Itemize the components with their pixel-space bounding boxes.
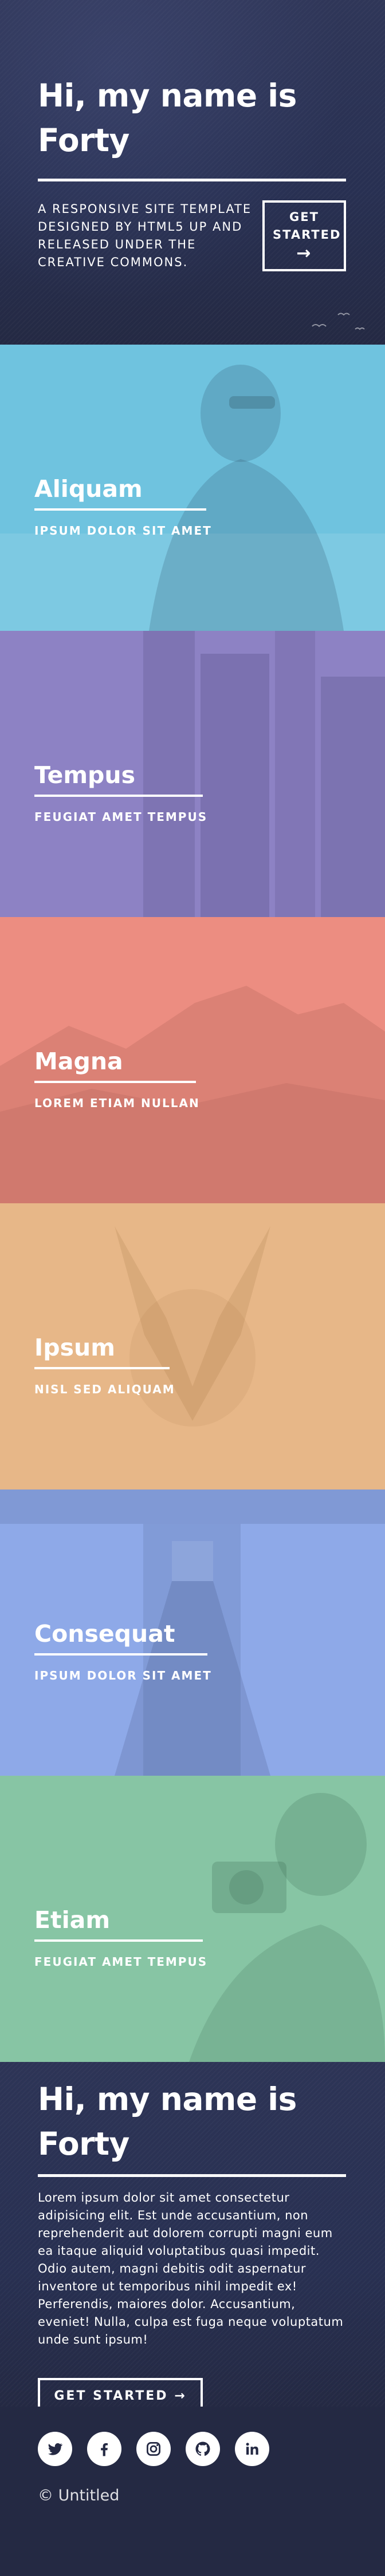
tile-consequat[interactable]: Consequat IPSUM DOLOR SIT AMET — [0, 1490, 385, 1776]
social-links — [38, 2432, 269, 2466]
tile-subtitle: IPSUM DOLOR SIT AMET — [34, 1669, 212, 1682]
tile-subtitle: LOREM ETIAM NULLAN — [34, 1096, 200, 1110]
tile-divider — [34, 1081, 196, 1083]
tile-subtitle: FEUGIAT AMET TEMPUS — [34, 1955, 208, 1969]
get-started-label: GET STARTED — [273, 210, 341, 242]
tile-tempus[interactable]: Tempus FEUGIAT AMET TEMPUS — [0, 631, 385, 917]
tile-title: Ipsum — [34, 1334, 115, 1361]
linkedin-icon[interactable] — [235, 2432, 269, 2466]
banner: Hi, my name is Forty A responsive site t… — [0, 0, 385, 345]
tile-title: Magna — [34, 1048, 123, 1075]
contact-title: Hi, my name is Forty — [38, 2081, 297, 2162]
get-started-button[interactable]: GET STARTED → — [262, 200, 346, 271]
arrow-right-icon: → — [296, 243, 312, 263]
instagram-icon[interactable] — [136, 2432, 171, 2466]
tile-subtitle: NISL SED ALIQUAM — [34, 1382, 175, 1396]
github-icon[interactable] — [186, 2432, 220, 2466]
tile-aliquam[interactable]: Aliquam IPSUM DOLOR SIT AMET — [0, 345, 385, 631]
contact-divider — [38, 2174, 346, 2177]
twitter-icon[interactable] — [38, 2432, 72, 2466]
contact-paragraph: Lorem ipsum dolor sit amet consectetur a… — [38, 2191, 344, 2346]
banner-divider — [38, 179, 346, 181]
contact-section: Hi, my name is Forty Lorem ipsum dolor s… — [0, 2062, 385, 2407]
tile-divider — [34, 1939, 203, 1942]
banner-title: Hi, my name is Forty — [38, 77, 297, 159]
tile-subtitle: FEUGIAT AMET TEMPUS — [34, 810, 208, 824]
contact-get-started-button[interactable]: GET STARTED → — [38, 2378, 203, 2407]
tile-title: Etiam — [34, 1906, 111, 1934]
tile-title: Consequat — [34, 1620, 175, 1647]
birds-decoration — [312, 313, 365, 330]
tile-title: Tempus — [34, 761, 135, 789]
tile-divider — [34, 1653, 207, 1656]
tile-divider — [34, 795, 203, 797]
tile-etiam[interactable]: Etiam FEUGIAT AMET TEMPUS — [0, 1776, 385, 2062]
footer: © Untitled — [0, 2407, 385, 2576]
tile-divider — [34, 508, 206, 511]
tile-subtitle: IPSUM DOLOR SIT AMET — [34, 524, 212, 538]
facebook-icon[interactable] — [87, 2432, 121, 2466]
tile-title: Aliquam — [34, 475, 143, 503]
tile-ipsum[interactable]: Ipsum NISL SED ALIQUAM — [0, 1203, 385, 1490]
banner-description: A responsive site template designed by H… — [38, 202, 252, 269]
tile-divider — [34, 1367, 170, 1369]
tile-magna[interactable]: Magna LOREM ETIAM NULLAN — [0, 917, 385, 1203]
copyright-text: © Untitled — [38, 2487, 120, 2504]
